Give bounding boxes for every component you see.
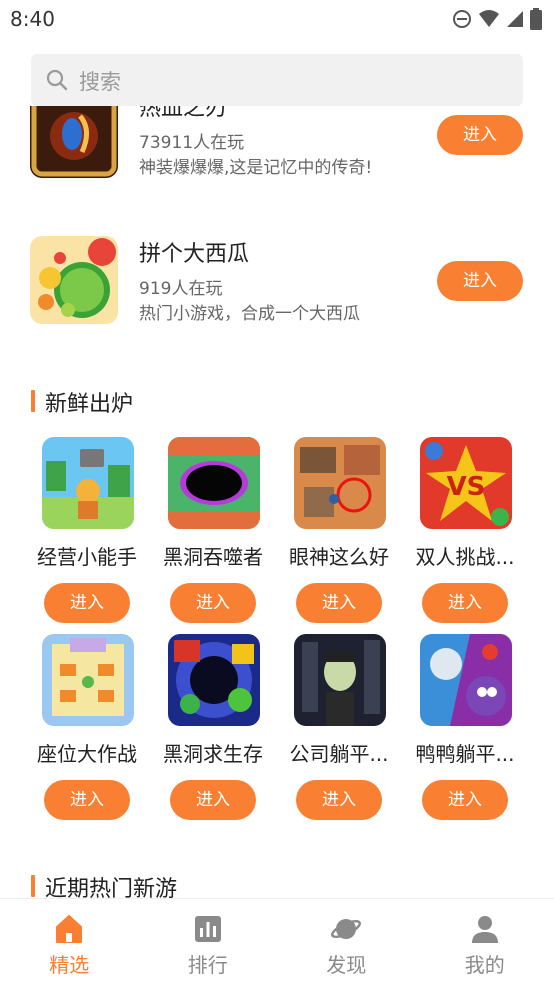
game-tile[interactable]: 眼神这么好 进入: [276, 437, 402, 627]
chart-icon: [194, 916, 221, 942]
tile-name: 黑洞吞噬者: [163, 545, 263, 569]
featured-game-row[interactable]: 拼个大西瓜 919人在玩 热门小游戏，合成一个大西瓜 进入: [0, 236, 554, 326]
search-placeholder: 搜索: [79, 70, 121, 94]
game-icon-duck-lie-flat: [420, 634, 512, 726]
tile-name: 黑洞求生存: [163, 742, 263, 766]
tab-discover[interactable]: 发现: [277, 899, 416, 985]
enter-button[interactable]: 进入: [170, 780, 256, 820]
enter-button[interactable]: 进入: [296, 780, 382, 820]
game-players: 73911人在玩: [139, 133, 245, 153]
game-tile[interactable]: 黑洞求生存 进入: [150, 634, 276, 824]
tab-featured[interactable]: 精选: [0, 899, 139, 985]
search-bar[interactable]: 搜索: [31, 54, 523, 106]
game-tile[interactable]: 鸭鸭躺平... 进入: [402, 634, 528, 824]
game-desc: 神装爆爆爆,这是记忆中的传奇!: [139, 158, 373, 178]
status-bar: 8:40: [0, 0, 554, 38]
tab-label: 发现: [326, 953, 367, 977]
tile-name: 座位大作战: [37, 742, 137, 766]
section-title-hot: 近期热门新游: [31, 871, 177, 898]
enter-button[interactable]: 进入: [437, 115, 523, 155]
tile-name: 双人挑战...: [415, 545, 515, 569]
status-time: 8:40: [10, 7, 55, 31]
tab-label: 我的: [464, 953, 505, 977]
tab-label: 排行: [187, 953, 228, 977]
tile-name: 鸭鸭躺平...: [415, 742, 515, 766]
tab-ranking[interactable]: 排行: [139, 899, 278, 985]
game-desc: 热门小游戏，合成一个大西瓜: [139, 304, 360, 324]
tab-mine[interactable]: 我的: [416, 899, 554, 985]
game-icon-vs: VS: [420, 437, 512, 529]
home-icon: [56, 915, 83, 943]
enter-button[interactable]: 进入: [44, 583, 130, 623]
svg-text:VS: VS: [447, 472, 486, 502]
signal-icon: [507, 11, 523, 27]
game-icon-blackhole: [168, 437, 260, 529]
game-icon-blackhole-survive: [168, 634, 260, 726]
tile-name: 眼神这么好: [289, 545, 389, 569]
search-icon: [46, 69, 68, 91]
content-scroll[interactable]: 热血之刃 73911人在玩 神装爆爆爆,这是记忆中的传奇! 进入 拼个大西瓜 9…: [0, 106, 554, 898]
wifi-icon: [479, 10, 499, 27]
enter-button[interactable]: 进入: [422, 780, 508, 820]
game-tile[interactable]: VS 双人挑战... 进入: [402, 437, 528, 627]
enter-button[interactable]: 进入: [437, 261, 523, 301]
status-icons: [452, 8, 542, 30]
do-not-disturb-icon: [453, 10, 471, 28]
game-players: 919人在玩: [139, 279, 223, 299]
game-icon-business: [42, 437, 134, 529]
game-icon-rexuezhiren: [30, 106, 118, 178]
game-icon-office-lie-flat: [294, 634, 386, 726]
game-tile[interactable]: 经营小能手 进入: [24, 437, 150, 627]
game-tile[interactable]: 黑洞吞噬者 进入: [150, 437, 276, 627]
game-tile[interactable]: 座位大作战 进入: [24, 634, 150, 824]
enter-button[interactable]: 进入: [170, 583, 256, 623]
game-title: 热血之刃: [139, 106, 228, 121]
enter-button[interactable]: 进入: [44, 780, 130, 820]
tile-name: 经营小能手: [37, 545, 137, 569]
game-icon-watermelon: [30, 236, 118, 324]
game-icon-seat-battle: [42, 634, 134, 726]
user-icon: [471, 916, 498, 943]
enter-button[interactable]: 进入: [296, 583, 382, 623]
featured-game-row[interactable]: 热血之刃 73911人在玩 神装爆爆爆,这是记忆中的传奇! 进入: [0, 106, 554, 180]
enter-button[interactable]: 进入: [422, 583, 508, 623]
game-tile[interactable]: 公司躺平... 进入: [276, 634, 402, 824]
planet-icon: [331, 919, 362, 939]
bottom-tab-bar: 精选 排行 发现 我的: [0, 898, 554, 985]
game-title: 拼个大西瓜: [139, 242, 250, 267]
tab-label: 精选: [49, 953, 90, 977]
section-title-new: 新鲜出炉: [31, 386, 133, 418]
game-icon-eyesight: [294, 437, 386, 529]
tile-name: 公司躺平...: [289, 742, 389, 766]
battery-icon: [530, 8, 542, 30]
